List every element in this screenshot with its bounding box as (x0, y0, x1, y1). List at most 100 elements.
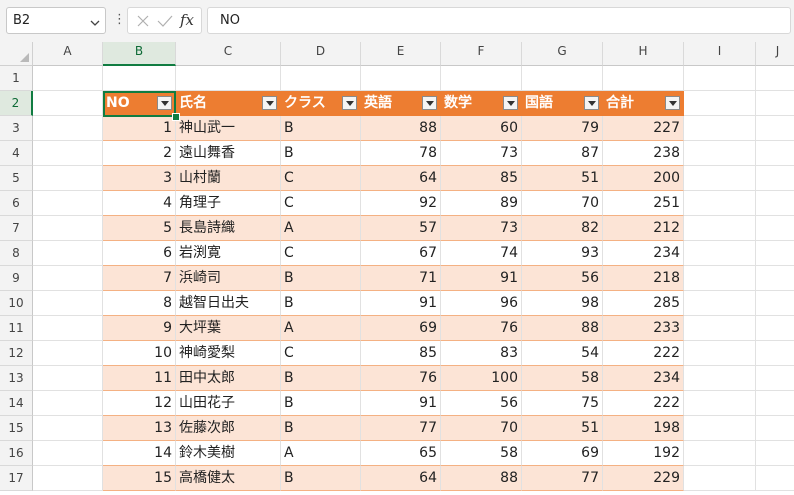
filter-dropdown-icon[interactable] (584, 96, 599, 110)
table-cell[interactable]: 65 (361, 441, 441, 466)
table-cell[interactable]: 70 (522, 191, 603, 216)
table-cell[interactable]: 96 (441, 291, 522, 316)
table-cell[interactable]: 58 (522, 366, 603, 391)
table-cell[interactable]: 田中太郎 (176, 366, 281, 391)
table-header-氏名[interactable]: 氏名 (176, 91, 281, 116)
table-cell[interactable]: 5 (103, 216, 176, 241)
cell-a4[interactable] (33, 141, 103, 166)
row-header-13[interactable]: 13 (0, 366, 33, 391)
table-cell[interactable]: 91 (361, 291, 441, 316)
cell-a1[interactable] (33, 66, 103, 91)
cell-j10[interactable] (756, 291, 794, 316)
row-header-5[interactable]: 5 (0, 166, 33, 191)
table-cell[interactable]: 76 (441, 316, 522, 341)
table-cell[interactable]: 遠山舞香 (176, 141, 281, 166)
cell-i13[interactable] (684, 366, 756, 391)
row-header-8[interactable]: 8 (0, 241, 33, 266)
table-cell[interactable]: 75 (522, 391, 603, 416)
cell-j2[interactable] (756, 91, 794, 116)
table-cell[interactable]: B (281, 291, 361, 316)
table-cell[interactable]: 73 (441, 216, 522, 241)
table-cell[interactable]: 77 (522, 466, 603, 491)
table-cell[interactable]: 2 (103, 141, 176, 166)
table-cell[interactable]: 山田花子 (176, 391, 281, 416)
row-header-9[interactable]: 9 (0, 266, 33, 291)
table-cell[interactable]: 64 (361, 466, 441, 491)
table-cell[interactable]: 87 (522, 141, 603, 166)
table-cell[interactable]: 越智日出夫 (176, 291, 281, 316)
table-cell[interactable]: 64 (361, 166, 441, 191)
table-cell[interactable]: 10 (103, 341, 176, 366)
cancel-icon[interactable] (136, 14, 150, 32)
cell-a16[interactable] (33, 441, 103, 466)
table-cell[interactable]: 神崎愛梨 (176, 341, 281, 366)
table-cell[interactable]: 77 (361, 416, 441, 441)
table-cell[interactable]: 51 (522, 416, 603, 441)
table-cell[interactable]: 3 (103, 166, 176, 191)
cell-d1[interactable] (281, 66, 361, 91)
filter-dropdown-icon[interactable] (503, 96, 518, 110)
table-cell[interactable]: 15 (103, 466, 176, 491)
table-cell[interactable]: 198 (603, 416, 684, 441)
column-header-c[interactable]: C (176, 42, 281, 66)
table-header-クラス[interactable]: クラス (281, 91, 361, 116)
table-cell[interactable]: 山村蘭 (176, 166, 281, 191)
table-cell[interactable]: 7 (103, 266, 176, 291)
cell-a8[interactable] (33, 241, 103, 266)
table-cell[interactable]: 227 (603, 116, 684, 141)
row-header-12[interactable]: 12 (0, 341, 33, 366)
table-cell[interactable]: 69 (361, 316, 441, 341)
table-cell[interactable]: 大坪葉 (176, 316, 281, 341)
table-cell[interactable]: 56 (522, 266, 603, 291)
table-cell[interactable]: 238 (603, 141, 684, 166)
table-cell[interactable]: 89 (441, 191, 522, 216)
cell-a10[interactable] (33, 291, 103, 316)
column-header-h[interactable]: H (603, 42, 684, 66)
select-all-corner[interactable] (0, 42, 33, 66)
table-cell[interactable]: 1 (103, 116, 176, 141)
cell-i5[interactable] (684, 166, 756, 191)
table-cell[interactable]: 91 (441, 266, 522, 291)
table-cell[interactable]: 251 (603, 191, 684, 216)
table-cell[interactable]: 長島詩織 (176, 216, 281, 241)
cell-a9[interactable] (33, 266, 103, 291)
cell-a12[interactable] (33, 341, 103, 366)
table-cell[interactable]: B (281, 116, 361, 141)
table-cell[interactable]: 岩渕寛 (176, 241, 281, 266)
cell-a3[interactable] (33, 116, 103, 141)
row-header-1[interactable]: 1 (0, 66, 33, 91)
table-cell[interactable]: 88 (441, 466, 522, 491)
more-vertical-icon[interactable]: ⋮ (113, 12, 126, 27)
cell-i8[interactable] (684, 241, 756, 266)
row-header-6[interactable]: 6 (0, 191, 33, 216)
fill-handle[interactable] (172, 113, 180, 121)
table-header-合計[interactable]: 合計 (603, 91, 684, 116)
table-cell[interactable]: C (281, 191, 361, 216)
table-cell[interactable]: 218 (603, 266, 684, 291)
cell-j13[interactable] (756, 366, 794, 391)
filter-dropdown-icon[interactable] (665, 96, 680, 110)
table-cell[interactable]: 85 (361, 341, 441, 366)
column-header-a[interactable]: A (33, 42, 103, 66)
cell-e1[interactable] (361, 66, 441, 91)
cell-h1[interactable] (603, 66, 684, 91)
table-cell[interactable]: C (281, 241, 361, 266)
table-cell[interactable]: 92 (361, 191, 441, 216)
table-cell[interactable]: B (281, 141, 361, 166)
table-cell[interactable]: 83 (441, 341, 522, 366)
table-cell[interactable]: 鈴木美樹 (176, 441, 281, 466)
table-cell[interactable]: 98 (522, 291, 603, 316)
cell-a6[interactable] (33, 191, 103, 216)
cell-a5[interactable] (33, 166, 103, 191)
filter-dropdown-icon[interactable] (422, 96, 437, 110)
cell-f1[interactable] (441, 66, 522, 91)
table-cell[interactable]: 285 (603, 291, 684, 316)
cell-a14[interactable] (33, 391, 103, 416)
table-cell[interactable]: C (281, 341, 361, 366)
chevron-down-icon[interactable] (90, 16, 100, 31)
table-cell[interactable]: 100 (441, 366, 522, 391)
cell-j7[interactable] (756, 216, 794, 241)
table-cell[interactable]: 11 (103, 366, 176, 391)
table-cell[interactable]: 12 (103, 391, 176, 416)
table-cell[interactable]: 88 (361, 116, 441, 141)
